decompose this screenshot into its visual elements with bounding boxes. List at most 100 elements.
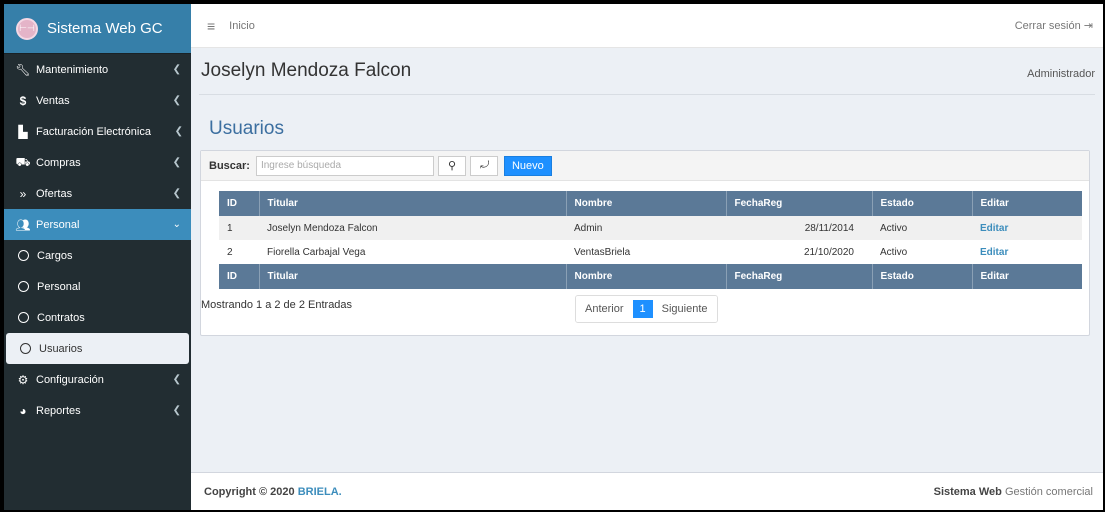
cell-estado: Activo — [872, 240, 972, 264]
users-table: ID Titular Nombre FechaReg Estado Editar… — [219, 191, 1082, 289]
chevron-left-icon: ❮ — [172, 157, 181, 168]
cell-fechareg: 28/11/2014 — [726, 216, 872, 240]
sidebar-subitem-label: Cargos — [37, 249, 73, 262]
user-name-heading: Joselyn Mendoza Falcon — [201, 60, 412, 81]
table-header-row: ID Titular Nombre FechaReg Estado Editar — [219, 191, 1082, 216]
table-row[interactable]: 1 Joselyn Mendoza Falcon Admin 28/11/201… — [219, 216, 1082, 240]
sidebar-item-label: Facturación Electrónica — [36, 125, 151, 138]
column-footer-titular: Titular — [259, 264, 567, 289]
search-label: Buscar: — [209, 159, 250, 172]
page-title: Usuarios — [209, 118, 284, 139]
new-button[interactable]: Nuevo — [503, 155, 552, 176]
circle-icon — [18, 312, 29, 323]
table-row[interactable]: 2 Fiorella Carbajal Vega VentasBriela 21… — [219, 240, 1082, 264]
brand[interactable]: ⊢⊣ Sistema Web GC — [4, 4, 191, 54]
home-link[interactable]: Inicio — [229, 20, 255, 32]
circle-icon — [20, 343, 31, 354]
sidebar-item-ofertas[interactable]: » Ofertas ❮ — [4, 178, 191, 209]
sidebar-item-label: Personal — [36, 218, 80, 231]
cell-titular: Joselyn Mendoza Falcon — [259, 216, 566, 240]
sidebar-item-mantenimiento[interactable]: 🔧︎ Mantenimiento ❮ — [4, 54, 191, 85]
column-header-editar[interactable]: Editar — [972, 191, 1082, 216]
sidebar-item-configuracion[interactable]: ⚙ Configuración ❮ — [4, 364, 191, 395]
search-input[interactable] — [255, 155, 434, 176]
sidebar-subitem-label: Usuarios — [39, 342, 83, 355]
sidebar-item-ventas[interactable]: $ Ventas ❮ — [4, 85, 191, 116]
chevron-left-icon: ❮ — [172, 95, 181, 106]
column-footer-fechareg: FechaReg — [726, 264, 873, 289]
app-window: ⊢⊣ Sistema Web GC 🔧︎ Mantenimiento ❮ $ V… — [4, 4, 1103, 510]
cell-estado: Activo — [872, 216, 972, 240]
copyright-text: Copyright © 2020 — [204, 485, 295, 498]
footer: Copyright © 2020 BRIELA. Sistema Web Ges… — [191, 472, 1103, 510]
app-title: Sistema Web GC — [47, 20, 163, 37]
users-box: Buscar: ⚲ ⤾ Nuevo ID Titular Nombre Fech… — [200, 150, 1090, 336]
cell-titular: Fiorella Carbajal Vega — [259, 240, 566, 264]
chevron-left-icon: ❮ — [174, 126, 183, 137]
edit-link[interactable]: Editar — [972, 240, 1082, 264]
main-content: Joselyn Mendoza Falcon Administrador Usu… — [191, 48, 1103, 472]
dollar-icon: $ — [19, 93, 27, 108]
user-role: Administrador — [1027, 68, 1095, 80]
chevron-down-icon: ⌄ — [172, 219, 181, 230]
circle-icon — [18, 281, 29, 292]
column-header-nombre[interactable]: Nombre — [566, 191, 727, 216]
sidebar-item-personal[interactable]: 👥︎ Personal ⌄ — [4, 209, 191, 240]
sidebar-item-compras[interactable]: ⛟ Compras ❮ — [4, 147, 191, 178]
chevron-left-icon: ❮ — [172, 64, 181, 75]
sidebar-subitem-usuarios[interactable]: Usuarios — [6, 333, 189, 364]
sidebar-subitem-label: Personal — [37, 280, 81, 293]
sidebar-subitem-contratos[interactable]: Contratos — [4, 302, 191, 333]
refresh-button[interactable]: ⤾ — [469, 155, 498, 176]
logout-icon: ⇥ — [1083, 20, 1093, 32]
circle-icon — [18, 250, 29, 261]
sidebar-subitem-cargos[interactable]: Cargos — [4, 240, 191, 271]
cell-fechareg: 21/10/2020 — [726, 240, 872, 264]
pie-chart-icon: ◕ — [19, 403, 27, 418]
search-bar: Buscar: ⚲ ⤾ Nuevo — [201, 151, 1089, 181]
column-header-fechareg[interactable]: FechaReg — [726, 191, 873, 216]
sidebar-item-label: Reportes — [36, 404, 81, 417]
sidebar-subitem-personal[interactable]: Personal — [4, 271, 191, 302]
chevrons-icon: » — [19, 186, 27, 201]
search-button[interactable]: ⚲ — [437, 155, 466, 176]
brand-link[interactable]: BRIELA. — [298, 486, 342, 498]
column-header-estado[interactable]: Estado — [872, 191, 973, 216]
logo-icon: ⊢⊣ — [16, 17, 38, 40]
column-header-id[interactable]: ID — [219, 191, 260, 216]
chevron-left-icon: ❮ — [172, 374, 181, 385]
pagination-prev-button[interactable]: Anterior — [576, 296, 633, 322]
sidebar-subitem-label: Contratos — [37, 311, 85, 324]
column-footer-nombre: Nombre — [566, 264, 727, 289]
divider — [199, 94, 1095, 95]
sidebar: ⊢⊣ Sistema Web GC 🔧︎ Mantenimiento ❮ $ V… — [4, 4, 191, 510]
sidebar-item-label: Compras — [36, 156, 81, 169]
hamburger-icon[interactable]: ≡ — [207, 18, 215, 34]
building-icon: ▙ — [18, 124, 28, 139]
sidebar-item-label: Ofertas — [36, 187, 73, 200]
column-footer-id: ID — [219, 264, 260, 289]
column-footer-editar: Editar — [972, 264, 1082, 289]
search-icon: ⚲ — [447, 160, 456, 172]
sidebar-item-label: Ventas — [36, 94, 70, 107]
pagination-page-1[interactable]: 1 — [632, 300, 653, 318]
cell-nombre: VentasBriela — [566, 240, 726, 264]
column-footer-estado: Estado — [872, 264, 973, 289]
cart-icon: ⛟ — [15, 154, 31, 169]
column-header-titular[interactable]: Titular — [259, 191, 567, 216]
sidebar-item-reportes[interactable]: ◕ Reportes ❮ — [4, 395, 191, 426]
cell-nombre: Admin — [566, 216, 726, 240]
cell-id: 1 — [219, 216, 259, 240]
edit-link[interactable]: Editar — [972, 216, 1082, 240]
pagination-next-button[interactable]: Siguiente — [652, 296, 717, 322]
table-footer-row: ID Titular Nombre FechaReg Estado Editar — [219, 264, 1082, 289]
cell-id: 2 — [219, 240, 259, 264]
system-name-bold: Sistema Web — [933, 485, 1002, 498]
sidebar-item-label: Configuración — [36, 373, 104, 386]
sidebar-menu: 🔧︎ Mantenimiento ❮ $ Ventas ❮ ▙ Facturac… — [4, 54, 191, 426]
logout-link[interactable]: Cerrar sesión ⇥ — [1015, 19, 1093, 32]
gear-icon: ⚙ — [17, 372, 29, 387]
refresh-icon: ⤾ — [479, 160, 489, 171]
pagination: Anterior 1 Siguiente — [575, 295, 718, 323]
sidebar-item-facturacion[interactable]: ▙ Facturación Electrónica ❮ — [4, 116, 191, 147]
